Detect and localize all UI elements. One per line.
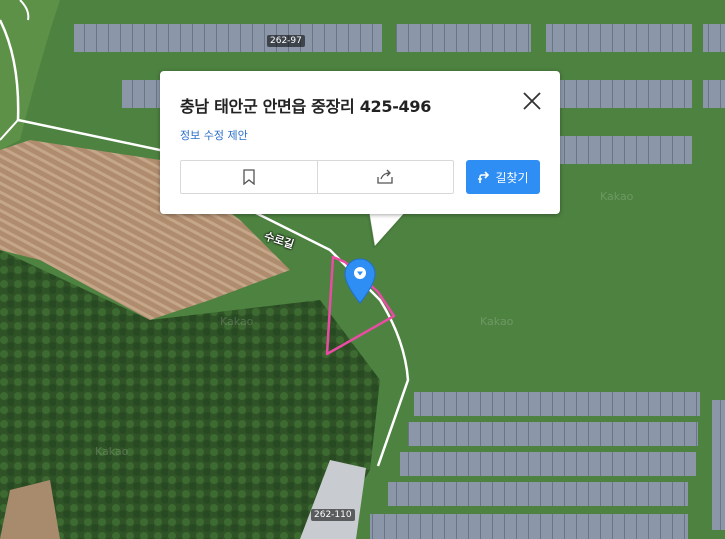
directions-label: 길찾기 bbox=[495, 170, 529, 185]
share-icon bbox=[377, 169, 393, 184]
address-title: 충남 태안군 안면읍 중장리 425-496 bbox=[180, 97, 432, 116]
action-button-group bbox=[180, 160, 454, 194]
address-popup: 충남 태안군 안면읍 중장리 425-496 정보 수정 제안 길찾기 bbox=[160, 71, 560, 214]
parcel-number-label: 262-97 bbox=[267, 35, 305, 47]
close-icon[interactable] bbox=[520, 89, 544, 113]
bookmark-button[interactable] bbox=[181, 161, 317, 193]
location-pin-icon[interactable] bbox=[344, 258, 376, 304]
directions-button[interactable]: 길찾기 bbox=[466, 160, 540, 194]
map-watermark: Kakao bbox=[480, 315, 514, 328]
directions-icon bbox=[478, 171, 490, 183]
bookmark-icon bbox=[243, 169, 255, 185]
solar-panels-bottom bbox=[370, 392, 725, 539]
map-watermark: Kakao bbox=[600, 190, 634, 203]
map-watermark: Kakao bbox=[220, 315, 254, 328]
suggest-edit-link[interactable]: 정보 수정 제안 bbox=[180, 127, 248, 143]
map-watermark: Kakao bbox=[95, 445, 129, 458]
parcel-number-label: 262-110 bbox=[311, 509, 355, 521]
share-button[interactable] bbox=[316, 161, 454, 193]
